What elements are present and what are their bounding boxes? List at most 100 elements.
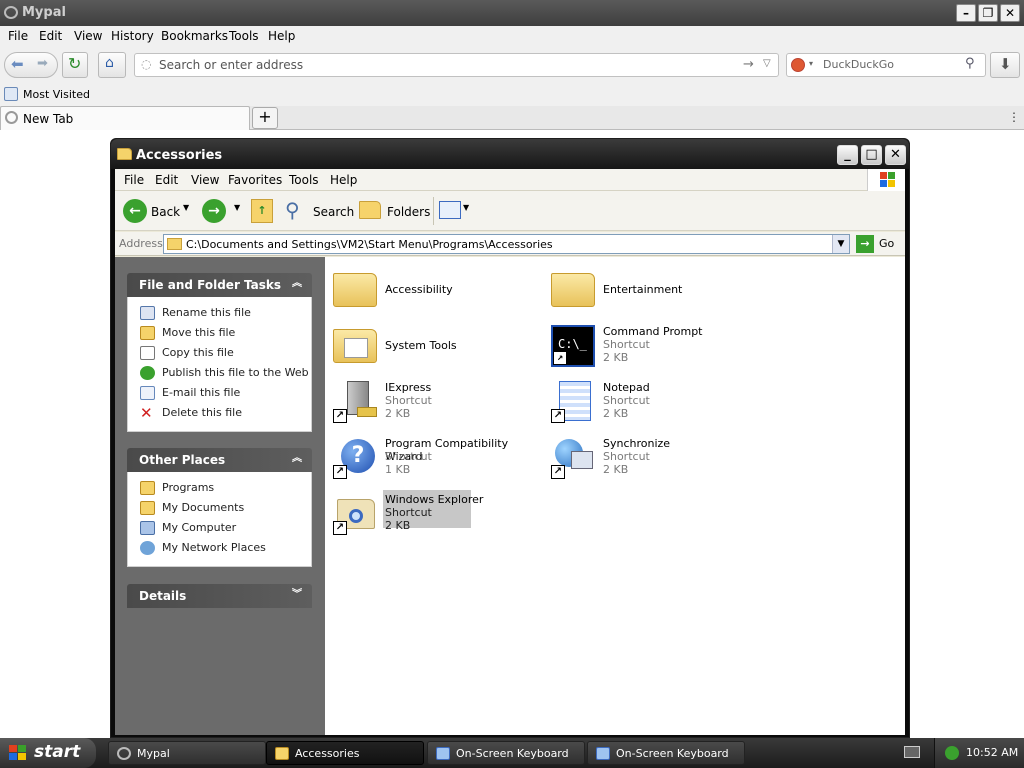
task-accessories[interactable]: Accessories <box>266 741 424 765</box>
system-tray: 10:52 AM <box>934 738 1024 768</box>
up-folder-icon[interactable]: ↑ <box>251 199 273 223</box>
task-osk-2[interactable]: On-Screen Keyboard <box>587 741 745 765</box>
task-email[interactable]: E-mail this file <box>128 383 311 403</box>
home-button[interactable]: ⌂ <box>98 52 126 78</box>
tab-favicon-icon <box>5 111 18 124</box>
minimize-icon[interactable]: _ <box>837 145 858 165</box>
menu-view[interactable]: View <box>74 29 102 43</box>
back-dropdown-icon[interactable]: ▼ <box>183 203 189 212</box>
search-icon[interactable]: ⚲ <box>285 198 309 222</box>
forward-dropdown-icon[interactable]: ▼ <box>234 203 240 212</box>
search-button[interactable]: Search <box>313 205 354 219</box>
file-name: System Tools <box>385 339 457 352</box>
tab-list-icon[interactable]: ⋮⋮ <box>1008 110 1024 124</box>
most-visited-link[interactable]: Most Visited <box>23 88 90 101</box>
exp-menu-tools[interactable]: Tools <box>289 173 319 187</box>
place-programs[interactable]: Programs <box>128 478 311 498</box>
forward-arrow-icon[interactable]: → <box>202 199 226 223</box>
views-icon[interactable] <box>439 201 461 219</box>
search-bar[interactable]: ▾ DuckDuckGo ⚲ <box>786 53 986 77</box>
exp-menu-help[interactable]: Help <box>330 173 357 187</box>
close-icon[interactable]: ✕ <box>1000 4 1020 22</box>
minimize-icon[interactable]: – <box>956 4 976 22</box>
file-item-entertainment[interactable]: Entertainment <box>547 265 757 317</box>
go-arrow-icon[interactable]: → <box>743 57 754 72</box>
file-item-windows-explorer[interactable]: ↗ Windows Explorer Shortcut 2 KB <box>329 489 539 541</box>
file-item-accessibility[interactable]: Accessibility <box>329 265 539 317</box>
exp-menu-edit[interactable]: Edit <box>155 173 178 187</box>
menu-history[interactable]: History <box>111 29 154 43</box>
file-list: Accessibility Entertainment System Tools… <box>325 257 905 735</box>
file-type: Shortcut <box>385 450 432 463</box>
file-item-synchronize[interactable]: ↗ Synchronize Shortcut 2 KB <box>547 433 757 485</box>
magnifier-icon[interactable]: ⚲ <box>965 56 975 71</box>
back-button[interactable]: Back <box>151 205 180 219</box>
dropdown-icon[interactable]: ▽ <box>763 58 771 69</box>
address-field[interactable]: C:\Documents and Settings\VM2\Start Menu… <box>163 234 850 254</box>
file-item-program-compatibility-wizard[interactable]: ? ↗ Program Compatibility Wizard Shortcu… <box>329 433 539 485</box>
task-move[interactable]: Move this file <box>128 323 311 343</box>
back-arrow-icon[interactable]: ← <box>123 199 147 223</box>
network-tray-icon[interactable] <box>945 746 959 760</box>
menu-edit[interactable]: Edit <box>39 29 62 43</box>
exp-menu-file[interactable]: File <box>124 173 144 187</box>
file-item-iexpress[interactable]: ↗ IExpress Shortcut 2 KB <box>329 377 539 429</box>
downloads-button[interactable]: ⬇ <box>990 52 1020 78</box>
views-dropdown-icon[interactable]: ▼ <box>463 203 469 212</box>
file-type: Shortcut <box>385 394 432 407</box>
menu-file[interactable]: File <box>8 29 28 43</box>
place-my-network[interactable]: My Network Places <box>128 538 311 558</box>
mypal-icon <box>117 747 131 760</box>
expand-icon[interactable]: ︾ <box>290 588 304 602</box>
task-osk-1[interactable]: On-Screen Keyboard <box>427 741 585 765</box>
folders-button[interactable]: Folders <box>387 205 430 219</box>
go-button[interactable]: Go <box>879 237 894 250</box>
tab-new-tab[interactable]: New Tab <box>0 106 250 130</box>
place-my-documents[interactable]: My Documents <box>128 498 311 518</box>
task-mypal[interactable]: Mypal <box>108 741 266 765</box>
file-item-system-tools[interactable]: System Tools <box>329 321 539 373</box>
exp-menu-view[interactable]: View <box>191 173 219 187</box>
task-copy[interactable]: Copy this file <box>128 343 311 363</box>
menu-help[interactable]: Help <box>268 29 295 43</box>
close-icon[interactable]: ✕ <box>885 145 906 165</box>
address-value: C:\Documents and Settings\VM2\Start Menu… <box>186 238 553 251</box>
explorer-title: Accessories <box>136 148 223 163</box>
panel-header[interactable]: File and Folder Tasks ︽ <box>127 273 312 297</box>
reload-button[interactable]: ↻ <box>62 52 88 78</box>
restore-icon[interactable]: ❐ <box>978 4 998 22</box>
keyboard-tray-icon[interactable] <box>904 746 920 758</box>
rename-icon <box>140 306 155 320</box>
exp-menu-favorites[interactable]: Favorites <box>228 173 282 187</box>
menu-tools[interactable]: Tools <box>229 29 259 43</box>
url-bar[interactable]: ◌ Search or enter address → ▽ <box>134 53 779 77</box>
file-type: Shortcut <box>385 506 432 519</box>
navigation-toolbar: ⬅ ➡ ↻ ⌂ ◌ Search or enter address → ▽ ▾ … <box>0 46 1024 84</box>
shortcut-arrow-icon: ↗ <box>333 409 347 423</box>
back-forward-buttons[interactable]: ⬅ ➡ <box>4 52 58 78</box>
engine-dropdown-icon[interactable]: ▾ <box>809 59 813 68</box>
programs-folder-icon <box>140 481 155 495</box>
collapse-icon[interactable]: ︽ <box>290 277 304 291</box>
new-tab-button[interactable]: + <box>252 107 278 129</box>
clock[interactable]: 10:52 AM <box>966 746 1018 759</box>
task-delete[interactable]: ✕ Delete this file <box>128 403 311 423</box>
panel-header[interactable]: Other Places ︽ <box>127 448 312 472</box>
address-dropdown-icon[interactable]: ▼ <box>832 235 849 253</box>
go-arrow-icon[interactable]: → <box>856 235 874 253</box>
start-button[interactable]: start <box>0 738 96 768</box>
panel-header[interactable]: Details ︾ <box>127 584 312 608</box>
place-my-computer[interactable]: My Computer <box>128 518 311 538</box>
task-publish[interactable]: Publish this file to the Web <box>128 363 311 383</box>
collapse-icon[interactable]: ︽ <box>290 452 304 466</box>
file-folder-tasks-panel: File and Folder Tasks ︽ Rename this file … <box>127 273 312 432</box>
task-rename[interactable]: Rename this file <box>128 303 311 323</box>
forward-arrow-icon[interactable]: ➡ <box>37 56 48 71</box>
maximize-icon[interactable]: □ <box>861 145 882 165</box>
file-item-notepad[interactable]: ↗ Notepad Shortcut 2 KB <box>547 377 757 429</box>
email-icon <box>140 386 155 400</box>
folders-icon[interactable] <box>359 201 381 219</box>
menu-bookmarks[interactable]: Bookmarks <box>161 29 228 43</box>
back-arrow-icon[interactable]: ⬅ <box>11 55 24 73</box>
file-item-command-prompt[interactable]: C:\_ ↗ Command Prompt Shortcut 2 KB <box>547 321 757 373</box>
